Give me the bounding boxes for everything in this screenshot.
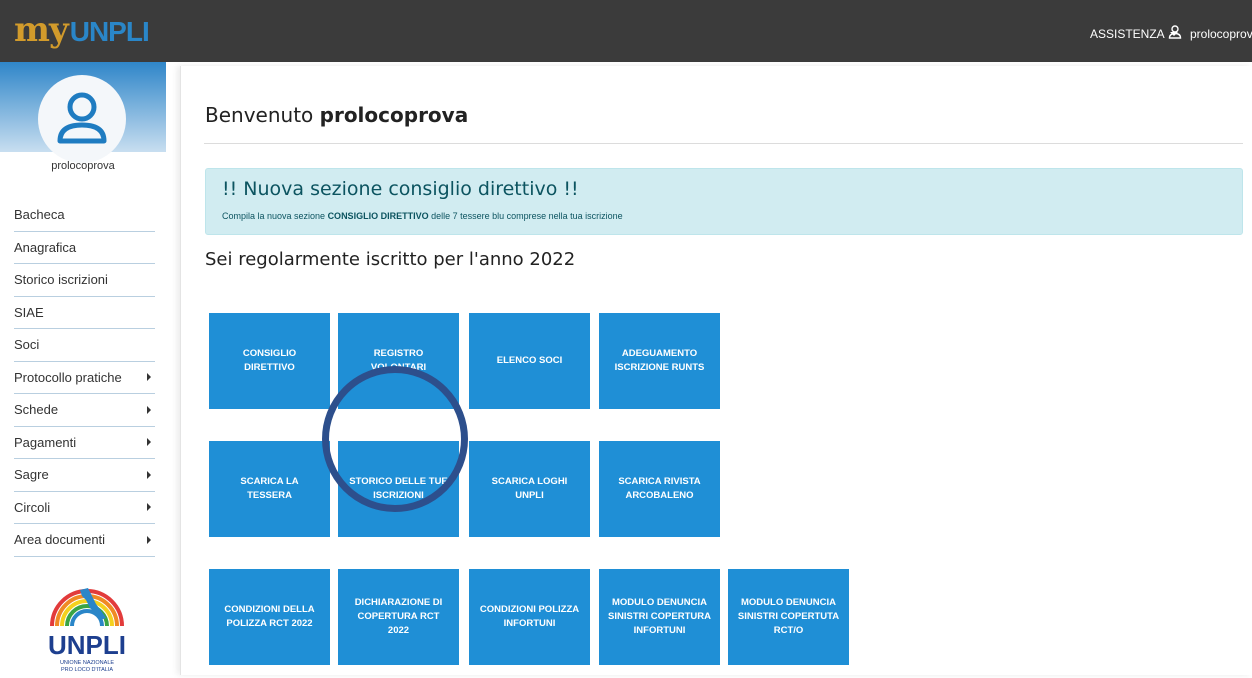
tile-label: MODULO DENUNCIA SINISTRI COPERTURA INFOR… [608, 597, 711, 636]
sidebar-menu: Bacheca Anagrafica Storico iscrizioni SI… [14, 199, 155, 557]
tile-label: SCARICA RIVISTA ARCOBALENO [618, 476, 701, 501]
tile-condizioni-polizza-rct[interactable]: CONDIZIONI DELLA POLIZZA RCT 2022 [209, 569, 330, 665]
sidebar-item-protocollo-pratiche[interactable]: Protocollo pratiche [14, 362, 155, 394]
tile-modulo-denuncia-rcto[interactable]: MODULO DENUNCIA SINISTRI COPERTUTA RCT/O [728, 569, 849, 665]
sidebar-item-label: SIAE [14, 304, 44, 320]
sidebar-item-soci[interactable]: Soci [14, 329, 155, 362]
unpli-logo-subtext-1: UNIONE NAZIONALE [60, 660, 114, 666]
avatar [38, 75, 126, 163]
tile-label: CONDIZIONI POLIZZA INFORTUNI [479, 604, 580, 629]
tile-label: ADEGUAMENTO ISCRIZIONE RUNTS [614, 348, 705, 373]
chevron-right-icon [147, 503, 151, 512]
alert-text-after: delle 7 tessere blu comprese nella tua i… [428, 211, 623, 221]
sidebar-item-storico-iscrizioni[interactable]: Storico iscrizioni [14, 264, 155, 297]
tile-label: ELENCO SOCI [496, 355, 563, 367]
logo-my: my [14, 10, 69, 50]
user-icon [1168, 25, 1182, 42]
top-navbar: my UNPLI ASSISTENZA prolocoprova [0, 0, 1252, 62]
tile-scarica-tessera[interactable]: SCARICA LA TESSERA [209, 441, 330, 537]
annotation-circle [322, 366, 468, 512]
sidebar-username: prolocoprova [51, 160, 115, 172]
sidebar-item-label: Protocollo pratiche [14, 369, 122, 385]
tile-label: DICHIARAZIONE DI COPERTURA RCT 2022 [354, 597, 443, 636]
top-username: prolocoprova [1190, 26, 1252, 41]
tile-label: SCARICA LA TESSERA [240, 476, 299, 501]
user-avatar-icon [57, 92, 107, 144]
tile-scarica-loghi-unpli[interactable]: SCARICA LOGHI UNPLI [469, 441, 590, 537]
chevron-right-icon [147, 438, 151, 447]
sidebar-item-label: Anagrafica [14, 239, 77, 255]
tile-label: CONSIGLIO DIRETTIVO [242, 348, 297, 373]
main-content: Benvenuto prolocoprova !! Nuova sezione … [180, 66, 1252, 675]
chevron-right-icon [147, 535, 151, 544]
user-menu[interactable]: prolocoprova [1168, 25, 1252, 42]
sidebar-item-label: Schede [14, 402, 59, 418]
tile-dichiarazione-copertura-rct[interactable]: DICHIARAZIONE DI COPERTURA RCT 2022 [338, 569, 459, 665]
unpli-logo-text: UNPLI [48, 630, 126, 660]
chevron-right-icon [147, 373, 151, 382]
sidebar-item-pagamenti[interactable]: Pagamenti [14, 427, 155, 459]
logo-unpli: UNPLI [69, 16, 150, 47]
myunpli-logo[interactable]: my UNPLI [14, 10, 150, 50]
tile-label: MODULO DENUNCIA SINISTRI COPERTUTA RCT/O [737, 597, 840, 636]
sidebar-item-label: Area documenti [14, 532, 106, 548]
assistenza-dropdown[interactable]: ASSISTENZA [1090, 27, 1178, 41]
tile-adeguamento-iscrizione-runts[interactable]: ADEGUAMENTO ISCRIZIONE RUNTS [599, 313, 720, 409]
assistenza-label: ASSISTENZA [1090, 27, 1165, 41]
tile-elenco-soci[interactable]: ELENCO SOCI [469, 313, 590, 409]
welcome-prefix: Benvenuto [205, 103, 320, 127]
tile-scarica-rivista-arcobaleno[interactable]: SCARICA RIVISTA ARCOBALENO [599, 441, 720, 537]
tile-condizioni-polizza-infortuni[interactable]: CONDIZIONI POLIZZA INFORTUNI [469, 569, 590, 665]
tile-consiglio-direttivo[interactable]: CONSIGLIO DIRETTIVO [209, 313, 330, 409]
sidebar-item-schede[interactable]: Schede [14, 394, 155, 427]
unpli-logo: UNPLI UNIONE NAZIONALE PRO LOCO D'ITALIA [44, 576, 130, 673]
chevron-right-icon [147, 405, 151, 414]
tile-label: CONDIZIONI DELLA POLIZZA RCT 2022 [224, 604, 315, 629]
registration-status: Sei regolarmente iscritto per l'anno 202… [205, 249, 576, 270]
sidebar-item-bacheca[interactable]: Bacheca [14, 199, 155, 232]
sidebar-item-siae[interactable]: SIAE [14, 297, 155, 329]
sidebar-item-label: Soci [14, 337, 40, 353]
chevron-right-icon [147, 470, 151, 479]
sidebar-item-label: Storico iscrizioni [14, 272, 108, 288]
sidebar-item-circoli[interactable]: Circoli [14, 492, 155, 524]
info-alert: !! Nuova sezione consiglio direttivo !! … [205, 168, 1243, 235]
alert-title: !! Nuova sezione consiglio direttivo !! [222, 178, 579, 200]
welcome-username: prolocoprova [319, 103, 469, 127]
sidebar-item-sagre[interactable]: Sagre [14, 459, 155, 492]
sidebar-item-anagrafica[interactable]: Anagrafica [14, 232, 155, 264]
tile-modulo-denuncia-infortuni[interactable]: MODULO DENUNCIA SINISTRI COPERTURA INFOR… [599, 569, 720, 665]
alert-text-bold: CONSIGLIO DIRETTIVO [327, 211, 429, 221]
sidebar-item-area-documenti[interactable]: Area documenti [14, 524, 155, 557]
page-title: Benvenuto prolocoprova [205, 103, 468, 127]
alert-text-before: Compila la nuova sezione [222, 211, 328, 221]
sidebar: prolocoprova Bacheca Anagrafica Storico … [0, 62, 166, 675]
divider [204, 143, 1243, 144]
sidebar-item-label: Pagamenti [14, 434, 77, 450]
sidebar-item-label: Circoli [14, 499, 51, 515]
unpli-logo-subtext-2: PRO LOCO D'ITALIA [61, 667, 113, 673]
sidebar-item-label: Sagre [14, 467, 49, 483]
tile-label: SCARICA LOGHI UNPLI [491, 476, 568, 501]
alert-text: Compila la nuova sezione CONSIGLIO DIRET… [222, 211, 623, 221]
sidebar-item-label: Bacheca [14, 207, 65, 223]
